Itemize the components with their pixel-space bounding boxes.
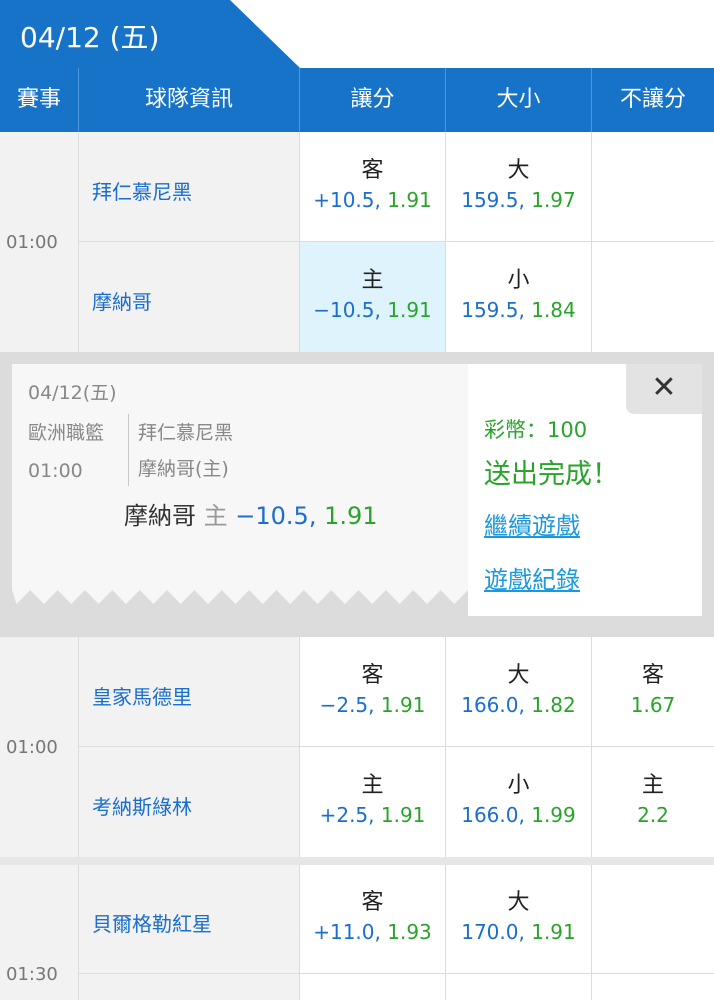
submit-status: 送出完成！ [484, 459, 619, 490]
bet-ticket: 04/12(五) 歐洲職籃 01:00 拜仁慕尼黑 摩納哥(主) 摩納哥 主 −… [12, 364, 468, 604]
ticket-team-2: 摩納哥(主) [138, 458, 229, 480]
odds-value: 1.91 [380, 693, 426, 717]
match-separator [0, 857, 714, 865]
ticket-pick: 摩納哥 主 −10.5, 1.91 [124, 496, 378, 531]
bet-side-label: 大 [507, 158, 530, 183]
handicap-line: +2.5, [319, 803, 375, 827]
header-team-info: 球隊資訊 [144, 87, 233, 112]
bet-side-label: 客 [361, 158, 384, 183]
odds-value: 1.91 [387, 298, 432, 322]
total-line: 159.5, [461, 298, 525, 322]
header-over-under: 大小 [496, 87, 541, 112]
odds-value: 2.2 [637, 803, 669, 827]
odds-value: 1.91 [531, 920, 576, 944]
pick-line: −10.5, [235, 502, 317, 530]
under-bet[interactable]: 小 166.0, 1.99 [446, 772, 591, 830]
total-line: 166.0, [461, 803, 525, 827]
ticket-team-1: 拜仁慕尼黑 [138, 422, 234, 444]
team-name: 摩納哥 [92, 290, 152, 314]
team-name: 拜仁慕尼黑 [92, 180, 192, 204]
over-bet[interactable]: 大 159.5, 1.97 [446, 157, 591, 215]
ticket-date: 04/12(五) [28, 382, 117, 404]
match-time: 01:30 [6, 964, 58, 985]
ticket-league: 歐洲職籃 [28, 422, 105, 444]
bet-side-label: 大 [507, 890, 530, 915]
over-bet[interactable]: 大 166.0, 1.82 [446, 662, 591, 720]
handicap-away-bet[interactable]: 客 −2.5, 1.91 [300, 662, 445, 720]
total-line: 159.5, [461, 188, 525, 212]
bet-side-label: 主 [361, 773, 384, 798]
odds-value: 1.93 [387, 920, 432, 944]
pick-side: 主 [203, 502, 228, 530]
handicap-line: −10.5, [313, 298, 381, 322]
match-time: 01:00 [6, 232, 58, 253]
moneyline-away-bet[interactable]: 客 1.67 [592, 662, 714, 720]
over-bet[interactable]: 大 170.0, 1.91 [446, 889, 591, 947]
handicap-line: +10.5, [313, 188, 381, 212]
handicap-home-bet[interactable]: 主 +2.5, 1.91 [300, 772, 445, 830]
table-header: 賽事 球隊資訊 讓分 大小 不讓分 [0, 68, 714, 132]
coin-balance: 彩幣：100 [484, 418, 588, 442]
close-button[interactable]: ✕ [626, 364, 702, 414]
odds-value: 1.91 [380, 803, 426, 827]
odds-value: 1.82 [531, 693, 576, 717]
team-name: 貝爾格勒紅星 [92, 912, 212, 936]
handicap-away-bet[interactable]: 客 +10.5, 1.91 [300, 157, 445, 215]
ticket-time: 01:00 [28, 460, 83, 482]
under-bet[interactable]: 小 159.5, 1.84 [446, 267, 591, 325]
date-tab[interactable]: 04/12 (五) [0, 0, 300, 68]
handicap-home-bet[interactable]: 主 −10.5, 1.91 [300, 267, 445, 325]
pick-odds: 1.91 [324, 502, 378, 530]
handicap-away-bet[interactable]: 客 +11.0, 1.93 [300, 889, 445, 947]
bet-side-label: 主 [361, 268, 384, 293]
match-time: 01:00 [6, 737, 58, 758]
handicap-line: −2.5, [319, 693, 375, 717]
ticket-divider [128, 414, 129, 486]
bet-side-label: 主 [641, 773, 664, 798]
bet-side-label: 小 [507, 268, 530, 293]
header-event: 賽事 [16, 87, 61, 112]
game-history-link[interactable]: 遊戲紀錄 [484, 560, 580, 595]
odds-value: 1.67 [630, 693, 676, 717]
handicap-line: +11.0, [313, 920, 381, 944]
odds-value: 1.91 [387, 188, 432, 212]
odds-value: 1.99 [531, 803, 576, 827]
bet-side-label: 客 [361, 663, 384, 688]
total-line: 170.0, [461, 920, 525, 944]
bet-side-label: 小 [507, 773, 530, 798]
odds-value: 1.84 [531, 298, 576, 322]
header-no-handicap: 不讓分 [619, 87, 686, 112]
pick-team: 摩納哥 [124, 502, 196, 530]
moneyline-home-bet[interactable]: 主 2.2 [592, 772, 714, 830]
team-name: 皇家馬德里 [92, 685, 192, 709]
bet-side-label: 大 [507, 663, 530, 688]
odds-value: 1.97 [531, 188, 576, 212]
continue-game-link[interactable]: 繼續遊戲 [484, 506, 580, 541]
header-handicap: 讓分 [350, 87, 395, 112]
team-name: 考納斯綠林 [92, 795, 192, 819]
bet-side-label: 客 [641, 663, 664, 688]
date-label: 04/12 (五) [20, 21, 160, 54]
bet-side-label: 客 [361, 890, 384, 915]
total-line: 166.0, [461, 693, 525, 717]
close-icon: ✕ [651, 370, 677, 405]
